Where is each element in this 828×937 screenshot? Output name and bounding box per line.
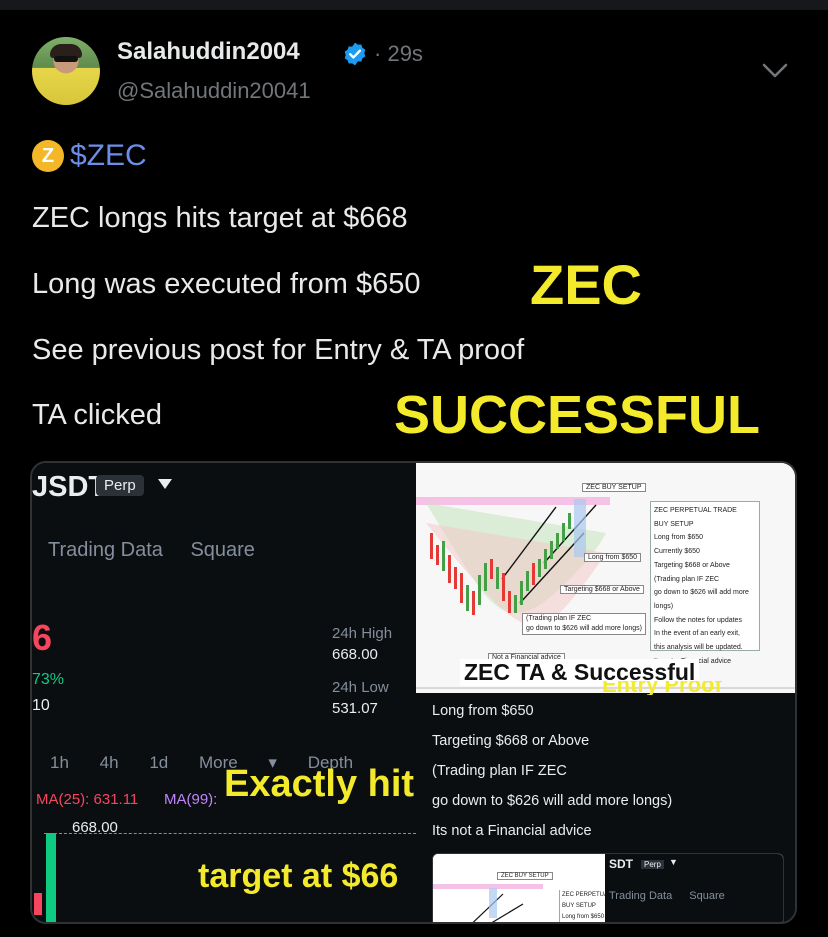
post-time-value: 29s [387, 41, 423, 66]
tag-long: Long from $650 [584, 553, 642, 562]
nested-pair: SDT [609, 857, 633, 871]
low-value: 531.07 [332, 700, 378, 717]
mark-price: 10 [32, 697, 50, 714]
chevron-down-icon[interactable] [760, 58, 790, 82]
cashtag-link[interactable]: $ZEC [70, 139, 147, 173]
verified-badge-icon [344, 42, 366, 66]
avatar-sunglasses [54, 56, 78, 62]
interval-1d: 1d [149, 753, 169, 772]
proof-line-3: (Trading plan IF ZEC [432, 763, 567, 779]
perp-badge: Perp [96, 475, 144, 496]
nested-app: SDT Perp ▼ Trading Data Square [605, 854, 783, 922]
avatar[interactable] [32, 37, 100, 105]
display-name[interactable]: Salahuddin2004 [117, 38, 300, 66]
overlay-target: target at $66 [198, 857, 399, 895]
last-price: 6 [32, 617, 53, 658]
note-line: Long from $650 [654, 534, 704, 542]
tweet-line-3: See previous post for Entry & TA proof [32, 334, 525, 366]
note-line: Targeting $668 or Above [654, 561, 730, 569]
tab-square: Square [190, 539, 255, 561]
post-time[interactable]: · 29s [374, 41, 423, 67]
trading-app-screenshot: JSDT Perp Trading Data Square 6 73% 10 2… [32, 463, 416, 922]
note-line: (Trading plan IF ZEC [654, 575, 720, 583]
user-handle[interactable]: @Salahuddin20041 [117, 78, 311, 104]
ma25-label: MA(25): 631.11 [36, 791, 139, 808]
overlay-zec: ZEC [530, 253, 642, 316]
nested-tab-trading-data: Trading Data [609, 890, 673, 902]
nested-screenshot: ZEC BUY SETUP ZEC PERPETUAL T BUY SETUP … [432, 853, 784, 922]
app-tabs: Trading Data Square [48, 539, 277, 562]
nested-tab-square: Square [689, 890, 725, 902]
tweet-line-1: ZEC longs hits target at $668 [32, 202, 408, 234]
chart-title-tag: ZEC BUY SETUP [582, 483, 646, 492]
high-label: 24h High [332, 625, 393, 642]
interval-1h: 1h [50, 753, 69, 772]
ma99-label: MA(99): [164, 791, 218, 808]
tweet-line-2: Long was executed from $650 [32, 268, 421, 300]
high-value: 668.00 [332, 646, 378, 663]
candle-red [34, 893, 42, 915]
note-line: Currently $650 [654, 548, 700, 556]
tweet-line-4: TA clicked [32, 399, 163, 431]
trade-notes-box: ZEC PERPETUAL TRADE BUY SETUP Long from … [650, 501, 760, 665]
note-line: go down to $626 will add more longs) [654, 589, 749, 610]
tab-trading-data: Trading Data [48, 539, 163, 561]
overlay-entry-proof: Entry Proof [602, 681, 722, 695]
overlay-exactly-hit: Exactly hit [224, 763, 415, 805]
tag-plan-line-1: (Trading plan IF ZEC [526, 615, 592, 622]
nested-chart-title: ZEC BUY SETUP [497, 872, 553, 880]
proof-line-5: Its not a Financial advice [432, 823, 592, 839]
note-line: ZEC PERPETUAL TRADE [654, 507, 737, 514]
tag-plan: (Trading plan IF ZEC go down to $626 wil… [522, 613, 646, 635]
nested-tabs: Trading Data Square [609, 890, 739, 902]
proof-line-2: Targeting $668 or Above [432, 733, 590, 749]
tag-plan-line-2: go down to $626 will add more longs) [526, 625, 642, 632]
nested-caret-icon: ▼ [669, 857, 678, 867]
zcash-coin-icon: Z [32, 140, 64, 172]
note-line: this analysis will be updated. [654, 644, 743, 652]
proof-line-1: Long from $650 [432, 703, 534, 719]
media-image[interactable]: JSDT Perp Trading Data Square 6 73% 10 2… [30, 461, 797, 924]
ta-chart: ZEC BUY SETUP Long from $650 Targeting $… [416, 463, 795, 693]
caret-down-icon [158, 479, 172, 489]
note-line: BUY SETUP [654, 520, 694, 528]
cashtag-row[interactable]: Z $ZEC [32, 138, 147, 174]
interval-4h: 4h [99, 753, 119, 772]
note-line: Follow the notes for updates [654, 616, 742, 624]
overlay-successful: SUCCESSFUL [394, 385, 761, 445]
candle-green [46, 833, 56, 922]
tag-target: Targeting $668 or Above [560, 585, 644, 594]
ta-proof-screenshot: ZEC BUY SETUP Long from $650 Targeting $… [416, 463, 795, 922]
top-bar [0, 0, 828, 10]
low-label: 24h Low [332, 679, 389, 696]
note-line: In the event of an early exit, [654, 630, 740, 638]
nested-perp: Perp [641, 860, 664, 869]
price-line [44, 833, 416, 834]
proof-line-4: go down to $626 will add more longs) [432, 793, 673, 809]
price-change: 73% [32, 671, 65, 688]
